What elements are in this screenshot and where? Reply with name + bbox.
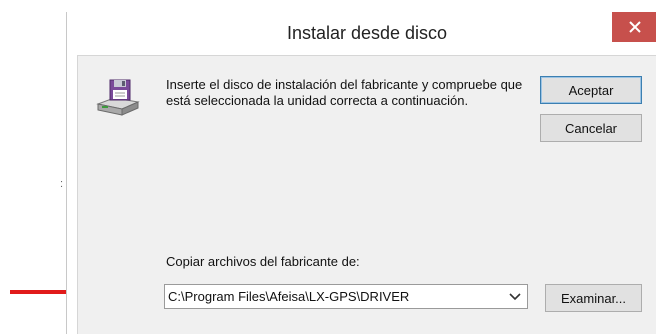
screenshot-stage: : Instalar desde disco Inserte el disco …: [0, 0, 656, 334]
title-bar[interactable]: Instalar desde disco: [67, 12, 656, 52]
stray-mark: :: [60, 178, 64, 190]
install-from-disk-dialog: Instalar desde disco Inserte el disco de…: [66, 12, 656, 334]
dialog-title: Instalar desde disco: [286, 23, 448, 43]
path-combobox[interactable]: [164, 284, 528, 309]
close-icon: [629, 21, 641, 33]
copy-from-label: Copiar archivos del fabricante de:: [166, 254, 360, 269]
chevron-down-icon[interactable]: [509, 292, 521, 302]
instruction-message: Inserte el disco de instalación del fabr…: [166, 77, 523, 108]
accept-button[interactable]: Aceptar: [540, 76, 642, 104]
close-button[interactable]: [612, 12, 656, 42]
dialog-body: Inserte el disco de instalación del fabr…: [77, 55, 656, 334]
cancel-button[interactable]: Cancelar: [540, 114, 642, 142]
browse-button[interactable]: Examinar...: [545, 284, 642, 312]
path-input[interactable]: [168, 288, 498, 305]
floppy-drive-icon: [96, 79, 140, 116]
